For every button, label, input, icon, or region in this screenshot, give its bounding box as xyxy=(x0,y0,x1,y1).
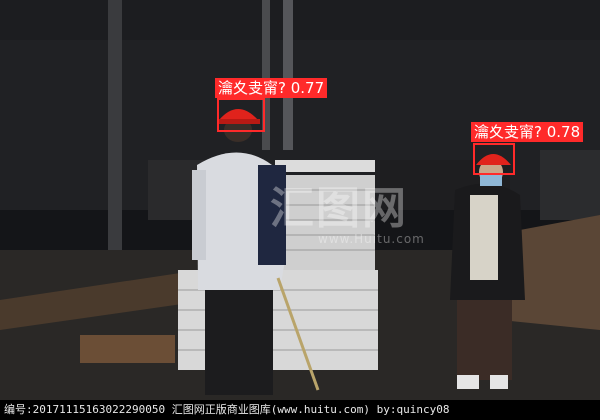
image-id-label: 编号: xyxy=(4,403,33,416)
detection-class-2: 瀹夊叏甯? xyxy=(474,123,542,141)
detection-label-1: 瀹夊叏甯? 0.77 xyxy=(215,78,328,98)
detection-class-1: 瀹夊叏甯? xyxy=(218,79,286,97)
photo-scene: 汇图网 www.Huitu.com 瀹夊叏甯? 0.77 瀹夊叏甯? 0.78 … xyxy=(0,0,600,420)
column-mid-2 xyxy=(283,0,293,150)
author-credit: by:quincy08 xyxy=(376,403,450,416)
detection-box-1 xyxy=(217,98,265,132)
detection-box-2 xyxy=(473,143,515,175)
right-frame xyxy=(540,150,600,220)
watermark-text: 汇图网 xyxy=(270,183,408,234)
panel-stack-top xyxy=(275,160,375,172)
ceiling xyxy=(0,0,600,40)
box-on-floor xyxy=(80,335,175,363)
site-text: 汇图网正版商业图库(www.huitu.com) xyxy=(171,403,371,416)
footer-caption: 编号:20171115163022290050 汇图网正版商业图库(www.hu… xyxy=(0,400,600,420)
image-id-value: 20171115163022290050 xyxy=(32,403,166,416)
detection-label-2: 瀹夊叏甯? 0.78 xyxy=(471,122,584,142)
detection-score-1: 0.77 xyxy=(290,79,325,97)
watermark-url: www.Huitu.com xyxy=(318,232,425,246)
detection-score-2: 0.78 xyxy=(546,123,581,141)
column-left xyxy=(108,0,122,260)
